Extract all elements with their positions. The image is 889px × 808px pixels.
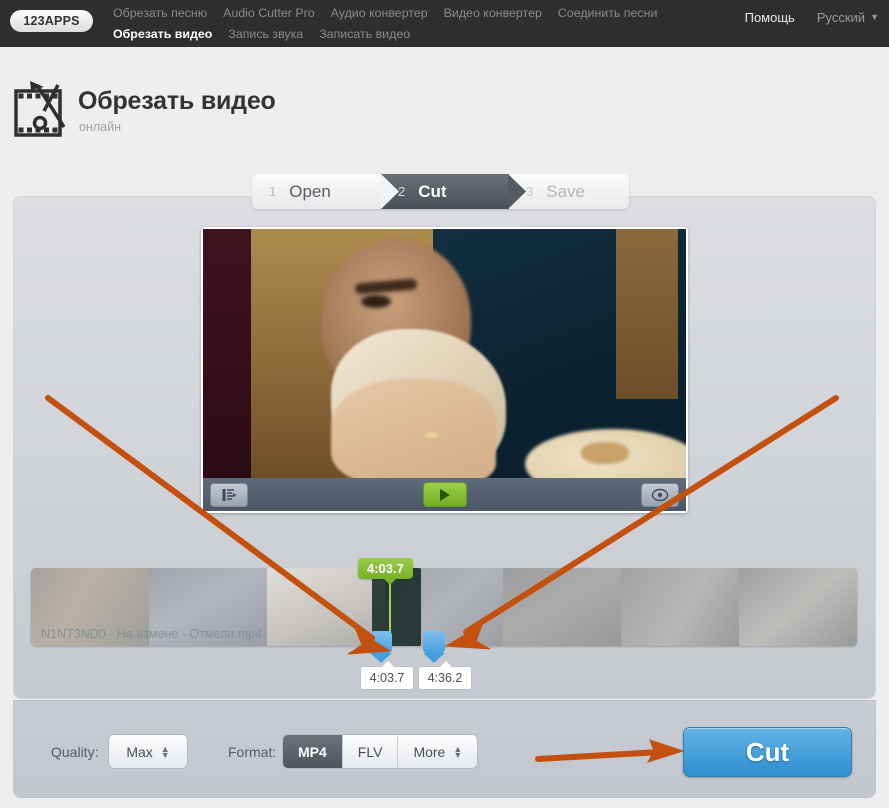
- nav-item-voice-recorder[interactable]: Запись звука: [228, 24, 303, 45]
- page-header: Обрезать видео онлайн: [0, 47, 889, 170]
- start-time-input[interactable]: 4:03.7: [360, 661, 414, 690]
- stepper-down-icon: ▼: [453, 749, 463, 760]
- filmstrip-frame: [267, 568, 385, 646]
- step-divider-2-icon: [508, 174, 526, 209]
- step-open-label: Open: [289, 181, 331, 201]
- frame-step-icon: [222, 488, 236, 501]
- film-scissors-icon: [14, 81, 66, 137]
- nav-row-2: Обрезать видео Запись звука Записать вид…: [113, 24, 673, 45]
- page-title: Обрезать видео: [78, 87, 276, 115]
- step-cut-label: Cut: [418, 181, 447, 201]
- format-option-more[interactable]: More ▲ ▼: [398, 735, 478, 768]
- logo-123apps[interactable]: 123APPS: [10, 10, 93, 32]
- page-subtitle: онлайн: [79, 120, 121, 134]
- nav-item-screen-recorder[interactable]: Записать видео: [319, 24, 410, 45]
- current-time-bubble: 4:03.7: [358, 558, 413, 585]
- video-subject-eye: [361, 295, 391, 308]
- video-player: [201, 227, 688, 513]
- nav-right-group: Помощь Русский ▼: [745, 10, 879, 25]
- format-toggle-group: MP4 FLV More ▲ ▼: [282, 734, 479, 769]
- filmstrip-frame: [621, 568, 739, 646]
- quality-select[interactable]: Max ▲ ▼: [108, 734, 188, 769]
- nav-item-cut-video[interactable]: Обрезать видео: [113, 24, 212, 45]
- format-option-flv[interactable]: FLV: [342, 735, 399, 768]
- video-bg-left: [203, 229, 251, 478]
- language-selector[interactable]: Русский ▼: [817, 10, 879, 25]
- video-filename: N1NT3ND0 - На измене - Отмели.mp4: [41, 627, 263, 641]
- end-time-input[interactable]: 4:36.2: [418, 661, 472, 690]
- video-bg-panel: [616, 229, 678, 399]
- nav-row-1: Обрезать песню Audio Cutter Pro Аудио ко…: [113, 3, 673, 24]
- stepper-icon: ▲ ▼: [160, 744, 170, 760]
- step-save[interactable]: 3 Save: [509, 174, 629, 209]
- trim-end-handle[interactable]: [423, 631, 445, 663]
- nav-item-audio-cutter-pro[interactable]: Audio Cutter Pro: [223, 3, 315, 24]
- stepper-down-icon: ▼: [160, 749, 170, 760]
- quality-value: Max: [126, 743, 153, 760]
- top-navigation-bar: 123APPS Обрезать песню Audio Cutter Pro …: [0, 0, 889, 47]
- trim-start-handle[interactable]: [370, 631, 392, 663]
- trim-time-inputs: 4:03.7 4:36.2: [360, 661, 472, 690]
- play-button[interactable]: [422, 482, 467, 507]
- format-more-label: More: [413, 743, 446, 760]
- player-controls: [203, 478, 686, 511]
- step-save-label: Save: [546, 181, 585, 201]
- step-open-number: 1: [269, 184, 277, 199]
- trim-end-handle-body: [423, 631, 445, 653]
- nav-item-audio-converter[interactable]: Аудио конвертер: [331, 3, 428, 24]
- step-cut[interactable]: 2 Cut: [381, 174, 526, 209]
- quality-label: Quality:: [51, 744, 99, 760]
- cut-button[interactable]: Cut: [683, 727, 852, 777]
- video-food: [581, 442, 629, 464]
- format-option-mp4[interactable]: MP4: [283, 735, 343, 768]
- nav-item-cut-audio[interactable]: Обрезать песню: [113, 3, 207, 24]
- volume-button[interactable]: [641, 482, 679, 507]
- step-cut-number: 2: [398, 184, 406, 199]
- video-subject-ring: [425, 432, 438, 438]
- play-icon: [439, 488, 450, 501]
- video-preview[interactable]: [203, 229, 686, 478]
- timeline-playhead: [389, 579, 391, 637]
- main-nav: Обрезать песню Audio Cutter Pro Аудио ко…: [113, 3, 673, 45]
- help-link[interactable]: Помощь: [745, 10, 795, 25]
- nav-item-video-converter[interactable]: Видео конвертер: [444, 3, 542, 24]
- trim-start-handle-body: [370, 631, 392, 653]
- nav-item-join-songs[interactable]: Соединить песни: [558, 3, 658, 24]
- format-label: Format:: [228, 744, 277, 760]
- step-breadcrumb: 1 Open 2 Cut 3 Save: [252, 174, 629, 209]
- step-divider-1-icon: [381, 174, 399, 209]
- filmstrip-frame: [739, 568, 857, 646]
- chevron-down-icon: ▼: [870, 12, 879, 22]
- stepper-icon: ▲ ▼: [453, 744, 463, 760]
- language-label: Русский: [816, 10, 866, 25]
- filmstrip-frame: [503, 568, 621, 646]
- video-subject-hand: [331, 379, 496, 478]
- frame-step-button[interactable]: [210, 482, 248, 507]
- step-save-number: 3: [526, 184, 534, 199]
- disc-icon: [651, 488, 669, 501]
- step-open[interactable]: 1 Open: [252, 174, 399, 209]
